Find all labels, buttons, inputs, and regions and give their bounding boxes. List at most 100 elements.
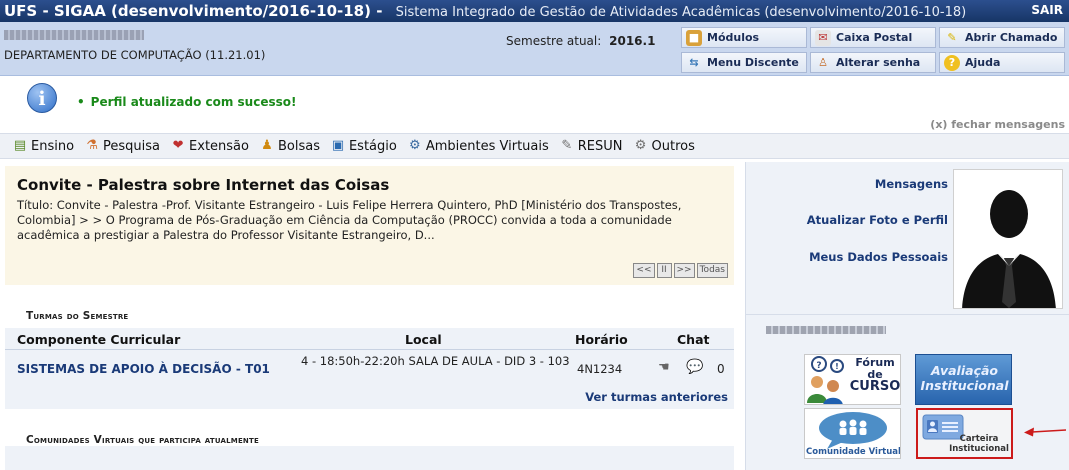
news-next-button[interactable]: >> (673, 263, 695, 278)
avaliacao-tile-line2: Institucional (920, 378, 1009, 393)
abrir-chamado-label: Abrir Chamado (965, 31, 1058, 44)
top-bar: UFS - SIGAA (desenvolvimento/2016-10-18)… (0, 0, 1069, 22)
chat-count: 0 (717, 362, 725, 376)
atualizar-foto-link[interactable]: Atualizar Foto e Perfil (807, 213, 948, 227)
redacted-text (766, 326, 886, 334)
news-box: Convite - Palestra sobre Internet das Co… (5, 166, 734, 285)
comunidade-virtual-tile[interactable]: Comunidade Virtual (804, 408, 901, 459)
modulos-button[interactable]: ■ Módulos (681, 27, 807, 48)
menu-item-outros[interactable]: ⚙ Outros (633, 138, 695, 154)
table-row: SISTEMAS DE APOIO À DECISÃO - T01 4 - 18… (5, 352, 734, 384)
info-icon: i (27, 83, 57, 113)
document-icon: ✎ (561, 138, 573, 153)
ver-turmas-anteriores-link[interactable]: Ver turmas anteriores (585, 390, 728, 404)
user-info-bar: DEPARTAMENTO DE COMPUTAÇÃO (11.21.01) Se… (0, 22, 1069, 76)
ajuda-button[interactable]: ? Ajuda (939, 52, 1065, 73)
avaliacao-tile-text: Avaliação Institucional (916, 363, 1011, 393)
news-prev-button[interactable]: << (633, 263, 655, 278)
svg-text:!: ! (835, 362, 839, 371)
news-title[interactable]: Convite - Palestra sobre Internet das Co… (17, 176, 389, 194)
svg-text:?: ? (816, 361, 821, 371)
header-chat: Chat (677, 332, 710, 347)
flask-icon: ⚗ (86, 138, 98, 153)
avatar (953, 169, 1063, 309)
menu-item-label: Outros (651, 138, 695, 154)
hand-icon[interactable]: ☚ (658, 360, 670, 375)
semester-info: Semestre atual: 2016.1 (506, 34, 655, 48)
header-componente: Componente Curricular (17, 332, 181, 347)
carteira-institucional-tile[interactable]: Carteira Institucional (916, 408, 1013, 459)
chat-icon[interactable]: 💬 (686, 359, 703, 375)
caixa-postal-button[interactable]: ✉ Caixa Postal (810, 27, 936, 48)
logout-link[interactable]: SAIR (1031, 3, 1063, 17)
mailbox-icon: ✉ (815, 29, 831, 46)
menu-discente-label: Menu Discente (707, 56, 799, 69)
main-menu: ▤ Ensino ⚗ Pesquisa ❤ Extensão ♟ Bolsas … (0, 133, 1069, 159)
arrow-left-icon (1024, 427, 1066, 437)
forum-tile-line3: CURSO (849, 379, 901, 394)
semester-value: 2016.1 (609, 34, 656, 48)
gear-icon: ⚙ (634, 138, 647, 153)
turmas-section-title: Turmas do Semestre (26, 310, 129, 322)
menu-item-resun[interactable]: ✎ RESUN (559, 138, 623, 154)
comunidade-tile-label: Comunidade Virtual (806, 447, 901, 457)
menu-item-label: Pesquisa (103, 138, 161, 154)
menu-item-label: RESUN (577, 138, 623, 154)
system-name: UFS - SIGAA (desenvolvimento/2016-10-18)… (4, 2, 383, 20)
person-icon: ♟ (261, 138, 273, 153)
menu-item-label: Ambientes Virtuais (425, 138, 549, 154)
forum-tile-text: Fórum de CURSO (849, 357, 901, 394)
menu-item-pesquisa[interactable]: ⚗ Pesquisa (84, 138, 160, 154)
user-key-icon: ♙ (818, 55, 828, 69)
menu-item-label: Ensino (31, 138, 75, 154)
carteira-tile-line1: Carteira (959, 434, 999, 444)
abrir-chamado-button[interactable]: ✎ Abrir Chamado (939, 27, 1065, 48)
header-local: Local (405, 332, 442, 347)
gift-icon: ❤ (172, 138, 184, 153)
id-card-icon: ▣ (331, 138, 345, 153)
books-icon: ▤ (13, 138, 27, 153)
header-horario: Horário (575, 332, 628, 347)
system-fullname: Sistema Integrado de Gestão de Atividade… (395, 5, 967, 20)
news-body: Título: Convite - Palestra -Prof. Visita… (17, 198, 682, 242)
help-icon: ? (944, 54, 960, 71)
table-header: Componente Curricular Local Horário Chat (5, 328, 734, 350)
turmas-table: Componente Curricular Local Horário Chat… (5, 328, 734, 409)
avaliacao-institucional-tile[interactable]: Avaliação Institucional (915, 354, 1012, 405)
close-messages-link[interactable]: (x) fechar mensagens (930, 118, 1065, 131)
meus-dados-link[interactable]: Meus Dados Pessoais (809, 250, 948, 264)
department-label: DEPARTAMENTO DE COMPUTAÇÃO (11.21.01) (4, 48, 266, 62)
menu-item-label: Bolsas (277, 138, 320, 154)
network-icon: ⇆ (689, 55, 699, 69)
menu-item-ensino[interactable]: ▤ Ensino (12, 138, 74, 154)
caixa-postal-label: Caixa Postal (836, 31, 913, 44)
menu-item-estagio[interactable]: ▣ Estágio (330, 138, 397, 154)
alterar-senha-button[interactable]: ♙ Alterar senha (810, 52, 936, 73)
network-icon: ⚙ (409, 138, 421, 153)
turma-link[interactable]: SISTEMAS DE APOIO À DECISÃO - T01 (17, 362, 270, 376)
mensagens-link[interactable]: Mensagens (875, 177, 948, 191)
ajuda-label: Ajuda (965, 56, 1001, 69)
success-message: Perfil atualizado com sucesso! (77, 95, 297, 109)
comunidades-section-title: Comunidades Virtuais que participa atual… (26, 434, 259, 446)
modulos-label: Módulos (707, 31, 760, 44)
menu-item-label: Extensão (189, 138, 249, 154)
menu-discente-button[interactable]: ⇆ Menu Discente (681, 52, 807, 73)
alterar-senha-label: Alterar senha (836, 56, 921, 69)
menu-item-label: Estágio (348, 138, 397, 154)
news-all-button[interactable]: Todas (696, 263, 728, 278)
avaliacao-tile-line1: Avaliação (930, 363, 998, 378)
panel-divider (746, 314, 1069, 315)
semester-label: Semestre atual: (506, 34, 602, 48)
profile-panel: Mensagens Atualizar Foto e Perfil Meus D… (745, 162, 1069, 470)
turma-local: 4 - 18:50h-22:20h SALA DE AULA - DID 3 -… (301, 354, 570, 368)
menu-item-ambientes-virtuais[interactable]: ⚙ Ambientes Virtuais (407, 138, 549, 154)
cube-icon: ■ (686, 29, 702, 46)
forum-de-curso-tile[interactable]: ? ! Fórum de CURSO (804, 354, 901, 405)
menu-item-bolsas[interactable]: ♟ Bolsas (259, 138, 320, 154)
menu-item-extensao[interactable]: ❤ Extensão (170, 138, 249, 154)
flashlight-icon: ✎ (947, 30, 957, 44)
news-pause-button[interactable]: II (656, 263, 672, 278)
news-controls: << II >> Todas (633, 263, 728, 278)
comunidades-box (5, 446, 734, 470)
